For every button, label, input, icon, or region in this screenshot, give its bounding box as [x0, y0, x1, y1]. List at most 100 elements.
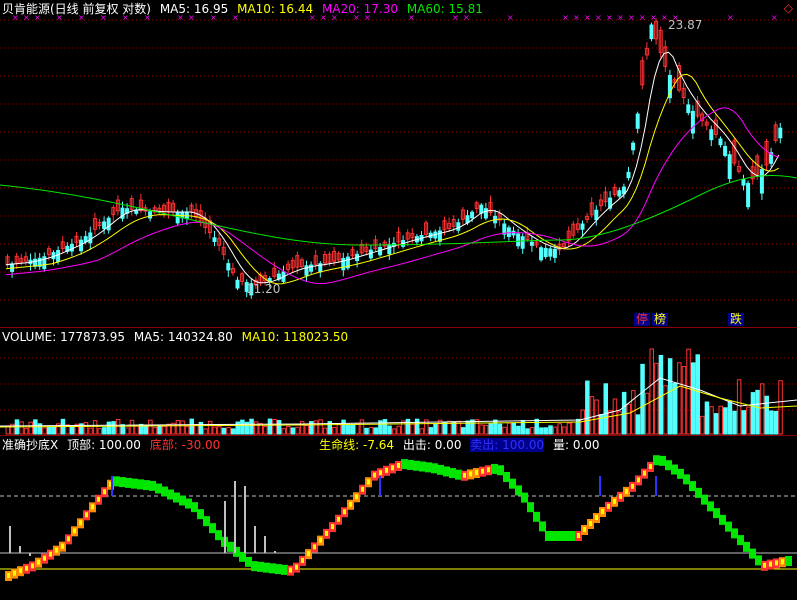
volume-chart[interactable] — [0, 328, 797, 436]
volume-bar — [148, 419, 153, 435]
candle-body — [539, 247, 544, 261]
signal-marker: × — [617, 13, 624, 22]
volume-bar — [157, 425, 162, 435]
volume-bar — [727, 401, 733, 435]
indicator-block — [203, 516, 210, 527]
indicator-highlight — [355, 494, 358, 500]
volume-bar — [502, 426, 507, 435]
signal-marker: × — [661, 13, 668, 22]
indicator-block — [677, 468, 684, 479]
indicator-highlight — [475, 470, 478, 476]
volume-bar — [557, 423, 562, 435]
candle-body — [709, 129, 714, 141]
diamond-icon[interactable]: ◇ — [784, 1, 793, 15]
indicator-highlight — [385, 467, 388, 473]
volume-bar — [511, 422, 516, 435]
candle-body — [56, 250, 61, 262]
candle-body — [626, 171, 631, 179]
tag-list: 榜 — [652, 312, 669, 326]
indicator-block — [419, 461, 426, 472]
volume-bar — [111, 421, 116, 435]
volume-bar — [433, 423, 438, 435]
indicator-block — [737, 535, 744, 546]
indicator-highlight — [37, 559, 40, 565]
volume-bar — [391, 428, 397, 435]
candle-body — [718, 138, 723, 146]
volume-bar — [585, 380, 590, 435]
indicator-highlight — [397, 463, 400, 468]
high-price-label: 23.87 — [668, 18, 703, 32]
indicator-highlight — [331, 524, 334, 530]
indicator-highlight — [343, 509, 346, 515]
candle-body — [212, 237, 217, 242]
indicator-block — [521, 492, 528, 503]
sell-label: 卖出: 100.00 — [470, 438, 545, 452]
volume-bar — [621, 391, 627, 435]
signal-marker: × — [584, 13, 591, 22]
indicator-block — [185, 498, 192, 509]
indicator-block — [161, 486, 168, 497]
indicator-block — [125, 477, 132, 488]
bottom-label: 底部: -30.00 — [149, 438, 221, 452]
candle-body — [235, 279, 240, 289]
volume-panel[interactable]: VOLUME: 177873.95 MA5: 140324.80 MA10: 1… — [0, 327, 797, 436]
volume-bar — [723, 407, 728, 435]
indicator-block — [695, 487, 702, 498]
volume-bar — [493, 419, 498, 435]
volume-bar — [677, 362, 682, 435]
volume-bar — [226, 426, 231, 435]
indicator-block — [245, 556, 252, 567]
price-header: 贝肯能源(日线 前复权 对数) MA5: 16.95 MA10: 16.44 M… — [2, 2, 488, 16]
indicator-block — [455, 469, 462, 480]
volume-bar — [106, 421, 112, 435]
volume-bar — [410, 423, 415, 435]
indicator-chart[interactable] — [0, 436, 797, 600]
volume-bar — [203, 428, 208, 435]
volume-bar — [709, 406, 714, 435]
candle-body — [759, 169, 764, 194]
indicator-panel[interactable]: 准确抄底X 顶部: 100.00 底部: -30.00 生命线: -7.64 出… — [0, 435, 797, 600]
candle-body — [479, 204, 484, 214]
volume-bar — [704, 401, 710, 435]
indicator-block — [119, 477, 126, 488]
volume-bar — [626, 403, 631, 435]
candle-body — [746, 182, 751, 208]
indicator-highlight — [103, 489, 106, 495]
candle-body — [594, 209, 599, 221]
volume-bar — [695, 354, 700, 435]
indicator-block — [137, 479, 144, 490]
volume-bar — [83, 422, 89, 435]
volume-header: VOLUME: 177873.95 MA5: 140324.80 MA10: 1… — [2, 330, 353, 344]
volume-bar — [644, 392, 650, 435]
volume-bar — [571, 421, 576, 435]
ma20-line — [5, 107, 779, 284]
volume-bar — [562, 426, 567, 435]
volume-bar — [506, 422, 512, 435]
candle-body — [483, 208, 488, 219]
indicator-highlight — [619, 493, 622, 499]
ma10-label: MA10: 16.44 — [237, 2, 314, 16]
indicator-name: 准确抄底X — [2, 438, 59, 452]
indicator-block — [281, 564, 288, 575]
indicator-highlight — [379, 470, 382, 476]
indicator-highlight — [13, 570, 16, 576]
amount-label: 量: 0.00 — [552, 438, 600, 452]
candle-body — [516, 233, 521, 247]
indicator-highlight — [313, 544, 316, 550]
indicator-highlight — [349, 501, 352, 507]
candlestick-chart[interactable]: × × × × × × × × × × × × × × × × × × × × × × × × × × × × × × × × × × — [0, 0, 797, 327]
candle-body — [690, 110, 695, 134]
volume-bar — [539, 427, 544, 435]
volume-bar — [92, 420, 98, 435]
volume-bar — [88, 427, 93, 435]
volume-bar — [428, 427, 434, 435]
volume-bar — [612, 398, 618, 435]
ma60-label: MA60: 15.81 — [406, 2, 483, 16]
volume-bar — [773, 410, 779, 435]
volume-bar — [267, 418, 273, 435]
volume-bar — [221, 427, 227, 435]
volume-bar — [350, 424, 355, 435]
candle-body — [580, 223, 585, 230]
volume-bar — [649, 348, 654, 435]
price-panel[interactable]: × × × × × × × × × × × × × × × × × × × × × × × × × × × × × × × × × × 贝肯能源(… — [0, 0, 797, 327]
